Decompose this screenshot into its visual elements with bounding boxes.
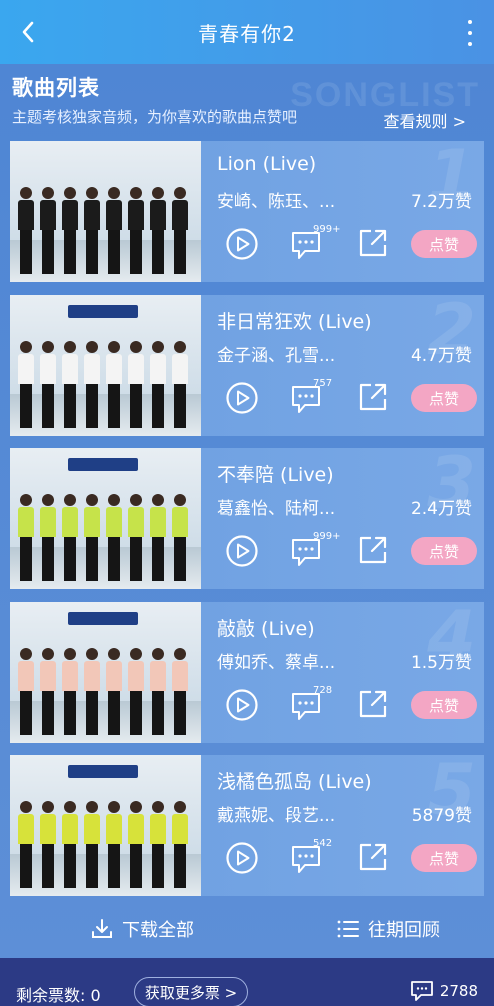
song-cover-photo <box>10 448 201 589</box>
like-button[interactable]: 点赞 <box>411 691 477 719</box>
song-actions: 999+ 点赞 <box>225 531 477 574</box>
song-title: 不奉陪 (Live) <box>217 464 334 486</box>
comment-button[interactable]: 728 <box>291 685 343 728</box>
song-card[interactable]: 5 浅橘色孤岛 (Live) 戴燕妮、段艺... 5879赞 542 点赞 <box>10 755 484 896</box>
song-actions: 999+ 点赞 <box>225 224 477 267</box>
comment-count: 728 <box>313 685 333 696</box>
song-title: 浅橘色孤岛 (Live) <box>217 771 372 793</box>
view-rules-link[interactable]: 查看规则 > <box>384 108 467 132</box>
bottom-bar: 剩余票数: 0 获取更多票 > 2788 <box>0 958 494 1006</box>
song-artists: 傅如乔、蔡卓... <box>217 653 336 673</box>
song-card[interactable]: 2 非日常狂欢 (Live) 金子涵、孔雪... 4.7万赞 757 点赞 <box>10 295 484 436</box>
song-artists: 戴燕妮、段艺... <box>217 806 336 826</box>
song-actions: 757 点赞 <box>225 378 477 421</box>
download-all-label: 下载全部 <box>122 920 194 941</box>
comment-count: 999+ <box>313 531 341 542</box>
share-icon[interactable] <box>357 381 391 415</box>
song-cover-photo <box>10 295 201 436</box>
more-options-icon[interactable] <box>464 20 476 46</box>
song-vote-count: 2.4万赞 <box>410 499 472 519</box>
song-card[interactable]: 4 敲敲 (Live) 傅如乔、蔡卓... 1.5万赞 728 点赞 <box>10 602 484 743</box>
song-cover-photo <box>10 141 201 282</box>
comment-button[interactable]: 999+ <box>291 224 343 267</box>
share-icon[interactable] <box>357 534 391 568</box>
song-vote-count: 7.2万赞 <box>410 192 472 212</box>
history-button[interactable]: 往期回顾 <box>336 916 440 942</box>
comment-button[interactable]: 542 <box>291 838 343 881</box>
comment-count: 542 <box>313 838 333 849</box>
song-artists: 安崎、陈珏、... <box>217 192 336 212</box>
song-artists: 金子涵、孔雪... <box>217 346 336 366</box>
song-vote-count: 4.7万赞 <box>410 346 472 366</box>
play-icon[interactable] <box>225 381 259 415</box>
song-actions: 728 点赞 <box>225 685 477 728</box>
history-label: 往期回顾 <box>368 920 440 941</box>
section-subtitle: 主题考核独家音频，为你喜欢的歌曲点赞吧 <box>12 108 298 126</box>
share-icon[interactable] <box>357 688 391 722</box>
song-artists: 葛鑫怡、陆柯... <box>217 499 336 519</box>
like-button[interactable]: 点赞 <box>411 384 477 412</box>
share-icon[interactable] <box>357 227 391 261</box>
download-all-button[interactable]: 下载全部 <box>90 916 194 942</box>
song-title: 非日常狂欢 (Live) <box>217 311 372 333</box>
message-count: 2788 <box>439 982 478 1000</box>
play-icon[interactable] <box>225 841 259 875</box>
comment-button[interactable]: 999+ <box>291 531 343 574</box>
like-button[interactable]: 点赞 <box>411 537 477 565</box>
song-cover-photo <box>10 602 201 743</box>
message-button[interactable]: 2788 <box>410 980 478 1002</box>
song-title: 敲敲 (Live) <box>217 618 315 640</box>
comment-button[interactable]: 757 <box>291 378 343 421</box>
share-icon[interactable] <box>357 841 391 875</box>
comment-count: 999+ <box>313 224 341 235</box>
song-vote-count: 1.5万赞 <box>410 653 472 673</box>
song-vote-count: 5879赞 <box>411 806 472 826</box>
section-title: 歌曲列表 <box>12 76 100 100</box>
list-icon <box>336 917 360 941</box>
remaining-tickets: 剩余票数: 0 <box>16 986 101 1005</box>
song-card[interactable]: 1 Lion (Live) 安崎、陈珏、... 7.2万赞 999+ 点赞 <box>10 141 484 282</box>
play-icon[interactable] <box>225 534 259 568</box>
back-icon[interactable] <box>14 18 42 46</box>
top-bar: 青春有你2 <box>0 0 494 64</box>
like-button[interactable]: 点赞 <box>411 230 477 258</box>
song-card[interactable]: 3 不奉陪 (Live) 葛鑫怡、陆柯... 2.4万赞 999+ 点赞 <box>10 448 484 589</box>
main-content: SONGLIST 歌曲列表 主题考核独家音频，为你喜欢的歌曲点赞吧 查看规则 >… <box>0 64 494 958</box>
message-icon <box>410 980 434 1002</box>
play-icon[interactable] <box>225 227 259 261</box>
comment-count: 757 <box>313 378 333 389</box>
like-button[interactable]: 点赞 <box>411 844 477 872</box>
page-title: 青春有你2 <box>198 21 296 46</box>
get-more-tickets-button[interactable]: 获取更多票 > <box>134 977 248 1006</box>
song-cover-photo <box>10 755 201 896</box>
download-icon <box>90 917 114 941</box>
footer-actions: 下载全部 往期回顾 <box>0 906 494 950</box>
song-title: Lion (Live) <box>217 153 317 175</box>
play-icon[interactable] <box>225 688 259 722</box>
song-actions: 542 点赞 <box>225 838 477 881</box>
